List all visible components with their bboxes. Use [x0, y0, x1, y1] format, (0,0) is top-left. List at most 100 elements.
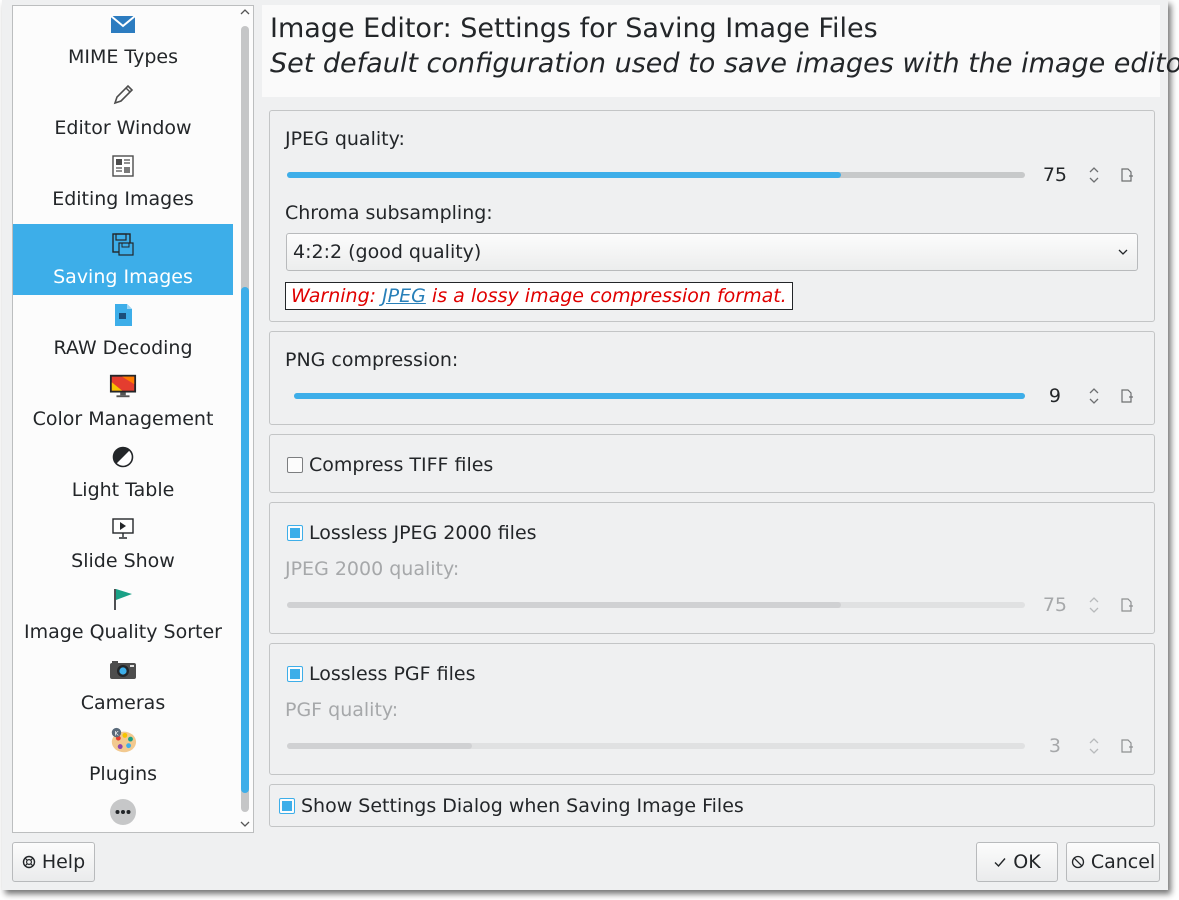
jpeg-quality-slider[interactable]: [287, 172, 1025, 178]
jpeg-link[interactable]: JPEG: [382, 285, 426, 307]
tiff-settings-group: Compress TIFF files: [269, 434, 1155, 493]
png-compression-label: PNG compression:: [285, 349, 459, 371]
show-settings-dialog-label[interactable]: Show Settings Dialog when Saving Image F…: [301, 795, 744, 817]
scroll-down-icon[interactable]: [238, 818, 252, 832]
sidebar-item-editor-window[interactable]: Editor Window: [13, 75, 233, 146]
help-button-label: Help: [41, 851, 86, 873]
compress-tiff-label[interactable]: Compress TIFF files: [309, 454, 493, 476]
scroll-up-icon[interactable]: [238, 6, 252, 20]
png-compression-value[interactable]: 9: [1021, 385, 1061, 407]
camera-icon: [109, 656, 137, 684]
spin-up-down-icon[interactable]: [1087, 735, 1101, 757]
reset-default-icon[interactable]: [1120, 598, 1134, 612]
sidebar-item-mime-types[interactable]: MIME Types: [13, 6, 233, 75]
sidebar-item-label: Color Management: [32, 408, 214, 430]
slider-fill: [287, 743, 472, 749]
ok-button-label: OK: [1013, 851, 1041, 873]
lossless-jpeg2000-label[interactable]: Lossless JPEG 2000 files: [309, 522, 537, 544]
slideshow-icon: [109, 514, 137, 542]
ok-button[interactable]: OK: [976, 842, 1058, 882]
scrollbar-thumb[interactable]: [241, 287, 249, 793]
jpeg2000-quality-slider[interactable]: [287, 602, 1025, 608]
jpeg2000-quality-value[interactable]: 75: [1027, 594, 1067, 616]
page-header: Image Editor: Settings for Saving Image …: [262, 5, 1179, 97]
chroma-subsampling-select[interactable]: 4:2:2 (good quality): [286, 233, 1138, 271]
mime-types-icon: [109, 10, 137, 38]
checkmark-icon: [994, 858, 1006, 868]
sidebar-item-label: Cameras: [80, 692, 166, 714]
save-icon: [109, 230, 137, 258]
pgf-quality-label: PGF quality:: [285, 699, 399, 721]
lossless-pgf-label[interactable]: Lossless PGF files: [309, 663, 475, 685]
sidebar-item-label: Editor Window: [54, 117, 192, 139]
flag-icon: [109, 585, 137, 613]
jpeg-quality-value[interactable]: 75: [1027, 164, 1067, 186]
sidebar-item-label: Slide Show: [71, 550, 175, 572]
lossless-pgf-checkbox[interactable]: [287, 666, 303, 682]
png-compression-slider[interactable]: [294, 393, 1025, 399]
sidebar-item-label: Plugins: [88, 763, 158, 785]
settings-sidebar[interactable]: MIME Types Editor Window Editing Images …: [12, 5, 254, 833]
help-lifebuoy-icon: [22, 855, 36, 869]
show-dialog-group: Show Settings Dialog when Saving Image F…: [269, 784, 1155, 827]
pgf-settings-group: Lossless PGF files PGF quality: 3: [269, 643, 1155, 775]
sidebar-item-label: Saving Images: [53, 266, 193, 288]
pgf-quality-slider[interactable]: [287, 743, 1025, 749]
jpeg-settings-group: JPEG quality: 75 Chroma subsampling: 4:2…: [269, 110, 1155, 322]
page-title: Image Editor: Settings for Saving Image …: [270, 13, 878, 44]
pencil-icon: [109, 81, 137, 109]
contrast-icon: [109, 443, 137, 471]
help-button[interactable]: Help: [12, 842, 95, 882]
reset-default-icon[interactable]: [1120, 168, 1134, 182]
raw-file-icon: [109, 301, 137, 329]
spin-up-down-icon[interactable]: [1087, 594, 1101, 616]
sidebar-item-slide-show[interactable]: Slide Show: [13, 508, 233, 579]
slider-fill: [287, 602, 841, 608]
page-subtitle: Set default configuration used to save i…: [270, 48, 1179, 79]
svg-text:K: K: [114, 729, 119, 737]
cancel-button[interactable]: Cancel: [1066, 842, 1160, 882]
jpeg-quality-label: JPEG quality:: [285, 128, 405, 150]
sidebar-item-label: MIME Types: [68, 46, 178, 68]
chevron-down-icon: [1118, 249, 1128, 255]
sidebar-item-label: RAW Decoding: [53, 337, 193, 359]
settings-window: MIME Types Editor Window Editing Images …: [2, 0, 1179, 890]
lossy-warning: Warning: JPEG is a lossy image compressi…: [285, 282, 793, 310]
jpeg2000-quality-label: JPEG 2000 quality:: [285, 558, 460, 580]
sidebar-item-label: Image Quality Sorter: [24, 621, 222, 643]
warning-suffix: is a lossy image compression format.: [425, 285, 787, 307]
plugins-palette-icon: K: [109, 727, 137, 755]
cancel-icon: [1071, 855, 1084, 869]
jpeg2000-settings-group: Lossless JPEG 2000 files JPEG 2000 quali…: [269, 502, 1155, 634]
editing-images-icon: [109, 152, 137, 180]
lossless-jpeg2000-checkbox[interactable]: [287, 525, 303, 541]
more-icon: [109, 798, 137, 826]
sidebar-item-raw-decoding[interactable]: RAW Decoding: [13, 295, 233, 366]
sidebar-item-plugins[interactable]: K Plugins: [13, 721, 233, 792]
png-settings-group: PNG compression: 9: [269, 331, 1155, 425]
sidebar-scrollbar[interactable]: [238, 6, 252, 832]
cancel-button-label: Cancel: [1090, 851, 1156, 873]
sidebar-item-light-table[interactable]: Light Table: [13, 437, 233, 508]
pgf-quality-value[interactable]: 3: [1021, 735, 1061, 757]
spin-up-down-icon[interactable]: [1087, 385, 1101, 407]
sidebar-item-editing-images[interactable]: Editing Images: [13, 146, 233, 217]
sidebar-item-image-quality-sorter[interactable]: Image Quality Sorter: [13, 579, 233, 650]
spin-up-down-icon[interactable]: [1087, 164, 1101, 186]
warning-prefix: Warning:: [291, 285, 383, 307]
sidebar-item-more[interactable]: [13, 792, 233, 832]
chroma-subsampling-label: Chroma subsampling:: [285, 202, 493, 224]
show-settings-dialog-checkbox[interactable]: [279, 798, 295, 814]
slider-fill: [294, 393, 1025, 399]
reset-default-icon[interactable]: [1120, 389, 1134, 403]
sidebar-item-cameras[interactable]: Cameras: [13, 650, 233, 721]
reset-default-icon[interactable]: [1120, 739, 1134, 753]
slider-fill: [287, 172, 841, 178]
monitor-color-icon: [109, 372, 137, 400]
sidebar-item-label: Light Table: [71, 479, 175, 501]
sidebar-item-saving-images[interactable]: Saving Images: [13, 224, 233, 295]
sidebar-item-color-management[interactable]: Color Management: [13, 366, 233, 437]
chroma-subsampling-value: 4:2:2 (good quality): [293, 241, 482, 263]
compress-tiff-checkbox[interactable]: [287, 457, 303, 473]
sidebar-item-label: Editing Images: [52, 188, 194, 210]
